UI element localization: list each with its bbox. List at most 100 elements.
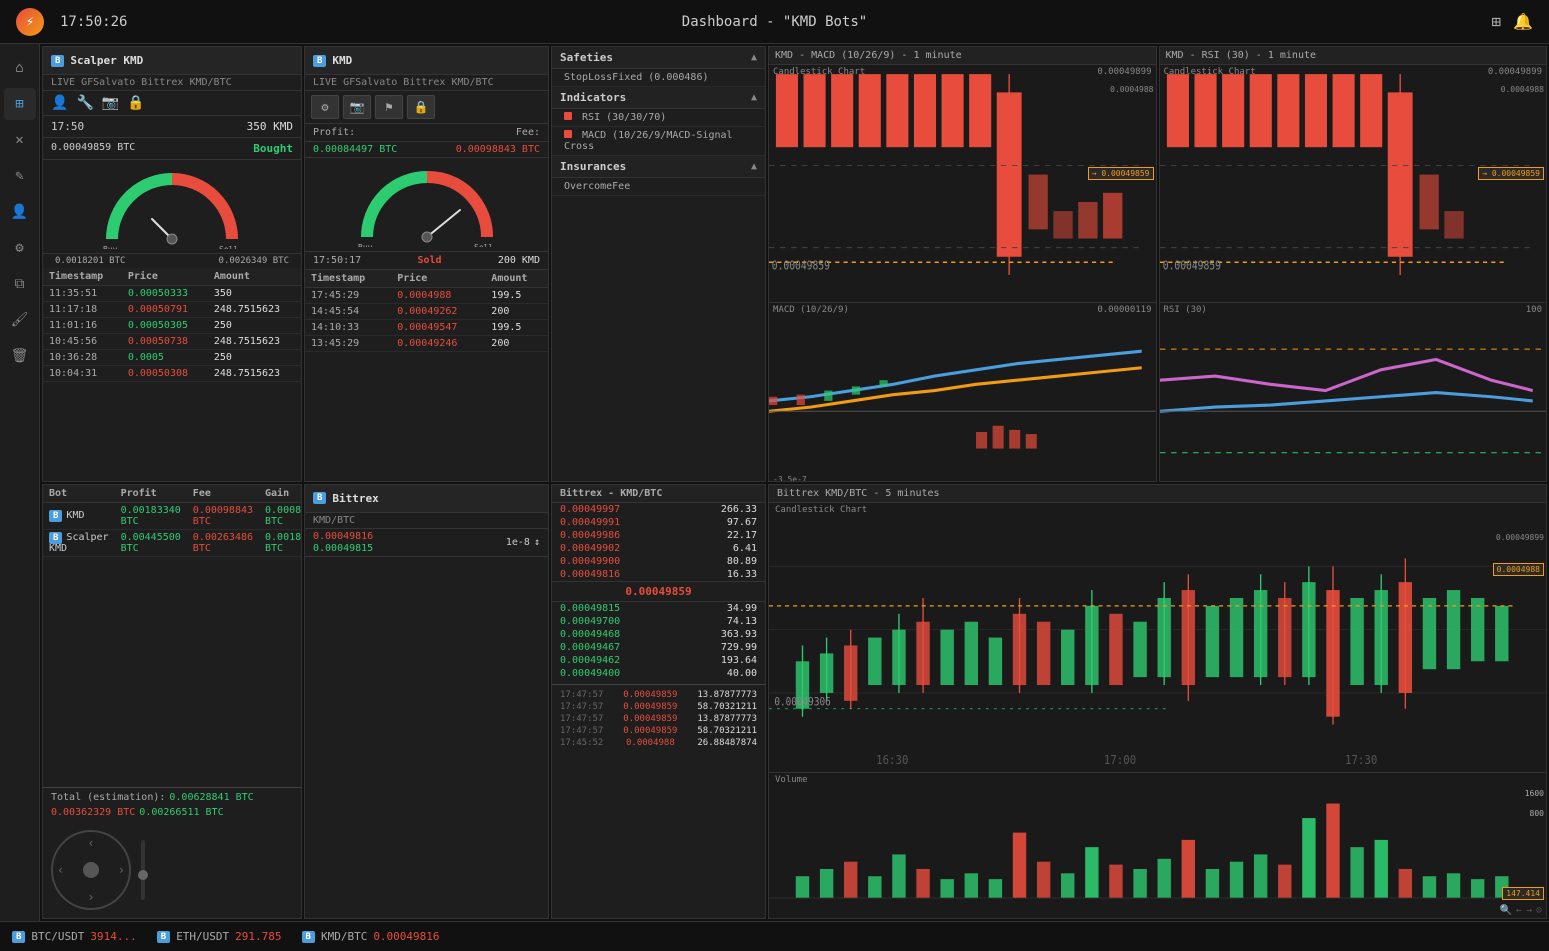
col-timestamp: Timestamp bbox=[43, 268, 122, 286]
volume-label: Volume bbox=[775, 775, 808, 785]
macd-current-price-badge: → 0.00049859 bbox=[1088, 167, 1154, 180]
sidebar-paint[interactable]: 🖌 bbox=[4, 304, 36, 336]
ask-row: 0.000499026.41 bbox=[552, 542, 765, 555]
scalper-price: 0.00049859 BTC bbox=[51, 142, 135, 155]
svg-text:0.00049306: 0.00049306 bbox=[774, 695, 830, 708]
nav-up: ‹ bbox=[87, 836, 94, 850]
insurances-collapse[interactable]: ▲ bbox=[751, 161, 757, 172]
macd-high-label: 0.0004988 bbox=[1110, 85, 1153, 94]
nav-joystick: ‹ › ‹ › bbox=[51, 830, 131, 910]
trade-status: Sold bbox=[417, 255, 441, 266]
rsi-price-high: 0.00049899 bbox=[1488, 67, 1542, 77]
bid-row: 0.0004981534.99 bbox=[552, 602, 765, 615]
trade-time: 17:50:17 bbox=[313, 255, 361, 266]
rsi-indicator-label: RSI (30) bbox=[1164, 305, 1207, 315]
fivemin-cs-label: Candlestick Chart bbox=[775, 505, 867, 515]
total-gain: 0.00266511 BTC bbox=[139, 807, 223, 818]
bell-icon[interactable]: 🔔 bbox=[1513, 12, 1533, 31]
rsi-100-label: 100 bbox=[1526, 305, 1542, 315]
kmd-bottom-panel: B Bittrex KMD/BTC 0.00049816 0.00049815 … bbox=[304, 484, 549, 920]
sidebar-dashboard[interactable]: ⊞ bbox=[4, 88, 36, 120]
fee-label: Fee: bbox=[516, 127, 540, 138]
fivemin-reset[interactable]: ⊙ bbox=[1536, 905, 1542, 916]
kmd-col-ts: Timestamp bbox=[305, 270, 391, 288]
fivemin-svg: 0.00049306 16:30 17:00 17:30 bbox=[769, 503, 1546, 772]
rsi-candlestick-area: Candlestick Chart 0.00049899 bbox=[1160, 65, 1547, 303]
fivemin-right[interactable]: → bbox=[1526, 905, 1532, 916]
lock-icon[interactable]: 🔒 bbox=[127, 95, 144, 111]
camera-icon[interactable]: 📷 bbox=[102, 95, 119, 111]
scalper-time: 17:50 bbox=[51, 120, 84, 133]
bid-row: 0.00049462193.64 bbox=[552, 654, 765, 667]
table-row: BScalper KMD 0.00445500 BTC 0.00263486 B… bbox=[43, 529, 301, 556]
scalper-amount: 350 KMD bbox=[247, 120, 293, 133]
rsi-candlestick-label: Candlestick Chart bbox=[1164, 67, 1256, 77]
rsi-high-label: 0.0004988 bbox=[1501, 85, 1544, 94]
zoom-slider[interactable] bbox=[141, 840, 145, 900]
sidebar-edit[interactable]: ✎ bbox=[4, 160, 36, 192]
rsi-chart-title: KMD - RSI (30) - 1 minute bbox=[1160, 47, 1547, 65]
vol-800: 800 bbox=[1530, 809, 1544, 818]
rsi-item: RSI (30/30/70) bbox=[552, 109, 765, 127]
sidebar-home[interactable]: ⌂ bbox=[4, 52, 36, 84]
col-header: Fee bbox=[187, 485, 259, 503]
col-header: Bot bbox=[43, 485, 115, 503]
svg-text:17:30: 17:30 bbox=[1345, 752, 1377, 767]
sidebar-user[interactable]: 👤 bbox=[4, 196, 36, 228]
fivemin-volume-area: Volume bbox=[769, 773, 1546, 918]
scalper-header: B Scalper KMD bbox=[43, 47, 301, 75]
indicators-collapse[interactable]: ▲ bbox=[751, 92, 757, 103]
fivemin-left[interactable]: ← bbox=[1516, 905, 1522, 916]
sidebar-delete[interactable]: 🗑 bbox=[4, 340, 36, 372]
svg-text:0.00049859: 0.00049859 bbox=[772, 257, 830, 273]
profit-value: 0.00084497 BTC bbox=[313, 144, 397, 155]
separator bbox=[552, 684, 765, 685]
eth-label: ETH/USDT bbox=[176, 930, 229, 943]
bid-row: 0.0004970074.13 bbox=[552, 615, 765, 628]
total-profit: 0.00628841 BTC bbox=[169, 792, 253, 803]
sidebar: ⌂ ⊞ ✕ ✎ 👤 ⚙ ⧉ 🖌 🗑 bbox=[0, 44, 40, 921]
rsi-candlestick-svg: 0.00049859 bbox=[1160, 65, 1547, 302]
safeties-collapse[interactable]: ▲ bbox=[751, 52, 757, 63]
kmd-ctrl-4[interactable]: 🔒 bbox=[407, 95, 435, 119]
sidebar-close[interactable]: ✕ bbox=[4, 124, 36, 156]
macd-candlestick-area: Candlestick Chart 0.00049899 bbox=[769, 65, 1156, 303]
bittrex-prices: 0.00049816 0.00049815 bbox=[313, 531, 373, 554]
kmd-label: KMD/BTC bbox=[321, 930, 367, 943]
bid-row: 0.00049467729.99 bbox=[552, 641, 765, 654]
col-price: Price bbox=[122, 268, 208, 286]
total-label: Total (estimation): bbox=[51, 792, 165, 803]
user-icon[interactable]: 👤 bbox=[51, 95, 68, 111]
topbar-title: Dashboard - "KMD Bots" bbox=[682, 14, 867, 30]
insurances-title: Insurances bbox=[560, 160, 626, 173]
kmd-ctrl-3[interactable]: ⚑ bbox=[375, 95, 403, 119]
trade-amount: 200 KMD bbox=[498, 255, 540, 266]
layout-icon[interactable]: ⊞ bbox=[1491, 12, 1501, 31]
top-row: B Scalper KMD LIVE GFSalvato Bittrex KMD… bbox=[42, 46, 1547, 482]
safeties-panel: Safeties ▲ StopLossFixed (0.000486) Indi… bbox=[551, 46, 766, 482]
kmd-ctrl-1[interactable]: ⚙ bbox=[311, 95, 339, 119]
kmd-tbody: 17:45:29 0.0004988 199.5 14:45:54 0.0004… bbox=[305, 288, 548, 352]
tools-icon[interactable]: 🔧 bbox=[76, 95, 93, 111]
fivemin-zoom-out[interactable]: 🔍 bbox=[1499, 905, 1511, 916]
sidebar-settings[interactable]: ⚙ bbox=[4, 232, 36, 264]
table-row: 14:10:33 0.00049547 199.5 bbox=[305, 320, 548, 336]
zoom-handle bbox=[138, 870, 148, 880]
insurances-header: Insurances ▲ bbox=[552, 156, 765, 178]
bid-price: 0.00049816 bbox=[313, 531, 373, 542]
current-price: 0.00049859 bbox=[552, 581, 765, 602]
bot-tbody: BKMD 0.00183340 BTC 0.00098843 BTC 0.000… bbox=[43, 502, 301, 556]
rsi-indicator-area: RSI (30) 100 0 17:45 🔍 ← bbox=[1160, 303, 1547, 481]
ask-row: 0.00049997266.33 bbox=[552, 503, 765, 516]
table-row: 10:04:31 0.00050308 248.7515623 bbox=[43, 366, 301, 382]
ask-rows: 0.00049997266.330.0004999197.670.0004998… bbox=[552, 503, 765, 581]
kmd-badge: B bbox=[313, 55, 326, 67]
table-row: 11:35:51 0.00050333 350 bbox=[43, 286, 301, 302]
rsi-dot bbox=[564, 112, 572, 120]
macd-dot bbox=[564, 130, 572, 138]
gauge-low: 0.0018201 BTC bbox=[55, 256, 125, 266]
recent-trade-row: 17:47:570.0004985913.87877773 bbox=[552, 713, 765, 725]
sidebar-copy[interactable]: ⧉ bbox=[4, 268, 36, 300]
svg-text:Buy: Buy bbox=[358, 243, 373, 247]
kmd-ctrl-2[interactable]: 📷 bbox=[343, 95, 371, 119]
